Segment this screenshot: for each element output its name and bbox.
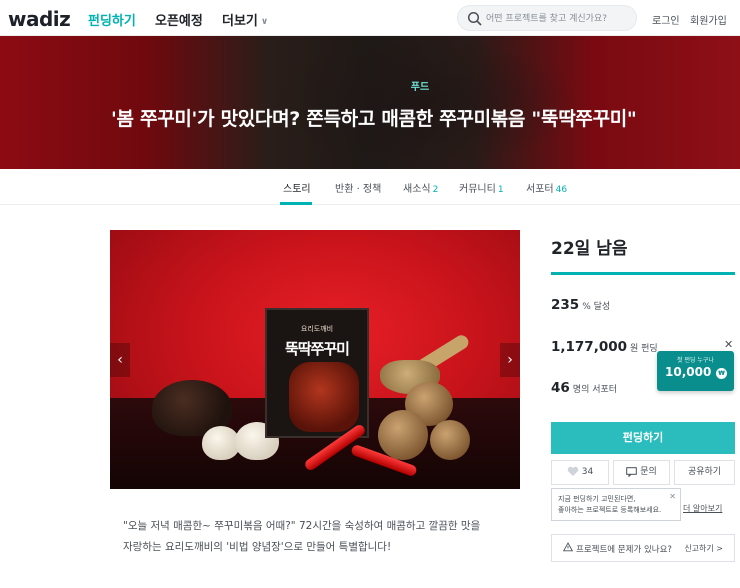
achievement-stat: 235% 달성	[551, 294, 610, 313]
like-button[interactable]: 34	[551, 460, 609, 485]
tab-news-label: 새소식	[403, 184, 431, 195]
nav-open-soon[interactable]: 오픈예정	[155, 10, 203, 29]
achievement-value: 235	[551, 297, 580, 313]
wadiz-logo[interactable]: wadiz	[8, 7, 71, 31]
won-coin-icon: ₩	[716, 368, 727, 379]
hero-title: '봄 쭈꾸미'가 맛있다며? 쫀득하고 매콤한 쭈꾸미볶음 "뚝딱쭈꾸미"	[111, 108, 637, 130]
funding-amount-stat: 1,177,000 원 펀딩	[551, 336, 658, 355]
mushroom-image	[430, 420, 470, 460]
tab-refund-label: 반환 · 정책	[335, 184, 382, 195]
package-brand: 요리도깨비	[300, 325, 334, 333]
achievement-unit: % 달성	[582, 302, 611, 312]
tab-supporters-count: 46	[555, 185, 568, 195]
login-link[interactable]: 로그인	[652, 12, 680, 27]
inquiry-button[interactable]: 문의	[613, 460, 670, 485]
summary-line-1: "오늘 저녁 매콤한~ 쭈꾸미볶음 어때?" 72시간을 숙성하여 매콤하고 깔…	[123, 520, 481, 532]
tab-supporters-label: 서포터	[526, 184, 554, 195]
project-tabs: 스토리 반환 · 정책 새소식 2 커뮤니티 1 서포터 46	[0, 169, 740, 205]
close-icon[interactable]: ✕	[669, 491, 676, 502]
search-box[interactable]	[457, 5, 637, 31]
report-text: 프로젝트에 문제가 있나요?	[576, 545, 672, 555]
tab-supporters[interactable]: 서포터 46	[526, 180, 567, 195]
tab-story[interactable]: 스토리	[283, 180, 311, 195]
active-tab-indicator	[280, 202, 312, 205]
nav-more-label: 더보기	[222, 14, 258, 29]
carousel-next-arrow-icon[interactable]: ›	[500, 343, 520, 377]
top-header: wadiz 펀딩하기 오픈예정 더보기∨ 로그인 회원가입	[0, 0, 740, 36]
tooltip-learn-more-link[interactable]: 더 알아보기	[683, 503, 722, 514]
heart-icon	[567, 466, 579, 476]
coupon-caption: 첫 펀딩 누구나	[677, 357, 714, 364]
funding-amount-unit: 원 펀딩	[630, 344, 658, 354]
funding-progress-bar	[551, 272, 735, 275]
supporters-unit: 명의 서포터	[572, 385, 618, 395]
days-left: 22일 남음	[551, 239, 628, 259]
close-icon[interactable]: ✕	[724, 338, 733, 351]
carousel-prev-arrow-icon[interactable]: ‹	[110, 343, 130, 377]
share-button[interactable]: 공유하기	[674, 460, 735, 485]
like-count: 34	[581, 467, 594, 477]
chat-bubble-icon	[626, 466, 638, 477]
package-food-photo	[289, 362, 359, 432]
supporters-value: 46	[551, 380, 570, 396]
tab-news-count: 2	[432, 185, 439, 195]
tab-community[interactable]: 커뮤니티 1	[459, 180, 504, 195]
tooltip-line-1: 지금 펀딩하기 고민된다면,	[558, 495, 636, 503]
signup-link[interactable]: 회원가입	[690, 12, 727, 27]
hero-overlay	[0, 36, 740, 169]
tooltip-line-2: 좋아하는 프로젝트로 등록해보세요.	[558, 506, 662, 514]
funding-amount-value: 1,177,000	[551, 339, 628, 355]
hero-category[interactable]: 푸드	[0, 78, 740, 93]
coupon-amount: 10,000	[665, 365, 712, 379]
fund-button[interactable]: 펀딩하기	[551, 422, 735, 454]
supporters-stat: 46 명의 서포터	[551, 377, 617, 396]
tab-community-label: 커뮤니티	[459, 184, 496, 195]
summary-line-2: 자랑하는 요리도깨비의 '비법 양념장'으로 만들어 특별합니다!	[123, 541, 392, 553]
nav-more[interactable]: 더보기 ∨	[222, 10, 268, 29]
warning-icon	[563, 542, 573, 552]
chevron-down-icon: ∨	[260, 16, 269, 27]
search-icon	[467, 11, 482, 26]
package-name: 뚝딱쭈꾸미	[284, 340, 350, 358]
tab-story-label: 스토리	[283, 184, 311, 195]
like-tooltip: ✕ 지금 펀딩하기 고민된다면, 좋아하는 프로젝트로 등록해보세요.	[551, 488, 681, 521]
tab-news[interactable]: 새소식 2	[403, 180, 438, 195]
nav-funding[interactable]: 펀딩하기	[88, 10, 136, 29]
product-image-carousel[interactable]: 요리도깨비 뚝딱쭈꾸미 ‹ ›	[110, 230, 520, 489]
inquiry-label: 문의	[640, 467, 657, 477]
tab-refund-policy[interactable]: 반환 · 정책	[335, 180, 381, 195]
hero-banner: 푸드 '봄 쭈꾸미'가 맛있다며? 쫀득하고 매콤한 쭈꾸미볶음 "뚝딱쭈꾸미"	[0, 36, 740, 169]
search-input[interactable]	[486, 10, 634, 27]
mushroom-image	[378, 410, 428, 460]
tab-community-count: 1	[497, 185, 504, 195]
first-funding-coupon-badge[interactable]: 첫 펀딩 누구나 10,000 ₩	[657, 351, 734, 391]
product-package-image: 요리도깨비 뚝딱쭈꾸미	[265, 308, 369, 438]
report-box: 프로젝트에 문제가 있나요? 신고하기 >	[551, 534, 735, 562]
project-summary: "오늘 저녁 매콤한~ 쭈꾸미볶음 어때?" 72시간을 숙성하여 매콤하고 깔…	[123, 516, 523, 558]
report-link[interactable]: 신고하기 >	[684, 543, 723, 554]
